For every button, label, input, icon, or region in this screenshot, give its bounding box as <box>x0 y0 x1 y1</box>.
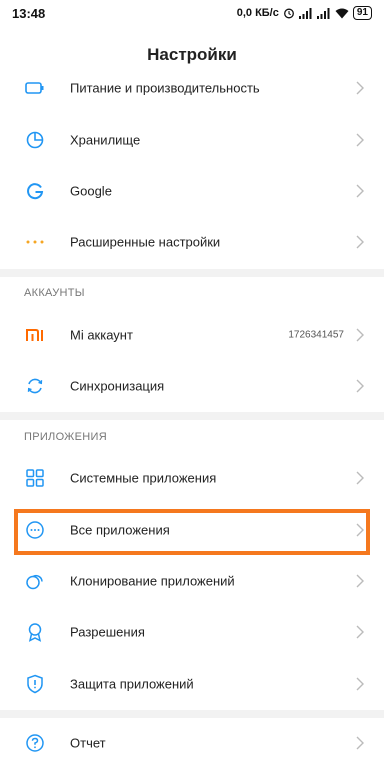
clone-icon <box>24 570 46 592</box>
settings-item-label: Хранилище <box>70 132 141 148</box>
chevron-right-icon <box>356 677 364 691</box>
chevron-right-icon <box>356 133 364 147</box>
settings-item-power[interactable]: Питание и производительность <box>0 63 384 113</box>
section-header-accounts: АККАУНТЫ <box>24 287 85 299</box>
account-id: 1726341457 <box>288 329 344 341</box>
section-divider <box>0 412 384 420</box>
network-speed: 0,0 КБ/с <box>236 7 279 19</box>
settings-item-advanced[interactable]: Расширенные настройки <box>0 217 384 267</box>
chevron-right-icon <box>356 235 364 249</box>
wifi-icon <box>335 8 349 18</box>
page-title: Настройки <box>147 45 237 64</box>
chevron-right-icon <box>356 625 364 639</box>
settings-item-label: Отчет <box>70 735 106 751</box>
permission-badge-icon <box>24 621 46 643</box>
status-bar: 13:48 0,0 КБ/с 91 <box>0 0 384 30</box>
settings-item-label: Синхронизация <box>70 378 165 394</box>
status-time: 13:48 <box>12 6 46 21</box>
settings-item-report[interactable]: Отчет <box>0 718 384 768</box>
help-circle-icon <box>24 732 46 754</box>
settings-item-mi-account[interactable]: Mi аккаунт 1726341457 <box>0 310 384 360</box>
chevron-right-icon <box>356 574 364 588</box>
grid-icon <box>24 467 46 489</box>
google-g-icon <box>24 180 46 202</box>
settings-item-label: Google <box>70 183 112 199</box>
chevron-right-icon <box>356 736 364 750</box>
chevron-right-icon <box>356 184 364 198</box>
settings-item-label: Системные приложения <box>70 470 217 486</box>
status-icons: 0,0 КБ/с 91 <box>237 6 372 20</box>
shield-icon <box>24 673 46 695</box>
settings-item-label: Разрешения <box>70 624 145 640</box>
section-divider <box>0 710 384 718</box>
chevron-right-icon <box>356 379 364 393</box>
settings-item-label: Защита приложений <box>70 676 194 692</box>
mi-logo-icon <box>24 324 46 346</box>
settings-item-permissions[interactable]: Разрешения <box>0 607 384 657</box>
signal-icon-2 <box>316 7 330 19</box>
signal-icon <box>298 7 312 19</box>
settings-item-label: Питание и производительность <box>70 80 260 96</box>
settings-item-label: Mi аккаунт <box>70 327 133 343</box>
settings-item-google[interactable]: Google <box>0 166 384 216</box>
settings-item-clone-apps[interactable]: Клонирование приложений <box>0 556 384 606</box>
section-header-apps: ПРИЛОЖЕНИЯ <box>24 431 107 443</box>
battery-level: 91 <box>352 6 372 20</box>
section-divider <box>0 269 384 277</box>
more-dots-icon <box>24 231 46 253</box>
highlight-frame <box>14 509 370 555</box>
pie-chart-icon <box>24 129 46 151</box>
sync-icon <box>24 375 46 397</box>
settings-item-label: Расширенные настройки <box>70 234 221 250</box>
battery-icon <box>24 77 46 99</box>
settings-item-label: Клонирование приложений <box>70 573 235 589</box>
settings-item-storage[interactable]: Хранилище <box>0 115 384 165</box>
alarm-icon <box>283 8 294 19</box>
chevron-right-icon <box>356 471 364 485</box>
chevron-right-icon <box>356 81 364 95</box>
chevron-right-icon <box>356 328 364 342</box>
settings-item-system-apps[interactable]: Системные приложения <box>0 453 384 503</box>
settings-item-sync[interactable]: Синхронизация <box>0 361 384 411</box>
settings-item-app-protection[interactable]: Защита приложений <box>0 659 384 709</box>
